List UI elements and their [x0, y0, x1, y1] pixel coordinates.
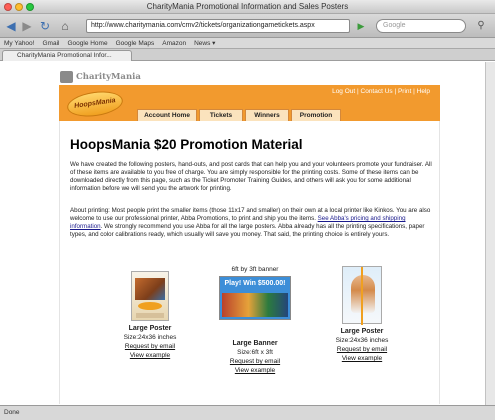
- address-bar[interactable]: http://www.charitymania.com/cmv2/tickets…: [86, 19, 350, 33]
- main-content: HoopsMania $20 Promotion Material We hav…: [59, 121, 440, 404]
- window-title: CharityMania Promotional Information and…: [146, 2, 349, 11]
- window-titlebar: CharityMania Promotional Information and…: [0, 0, 495, 14]
- go-arrow-icon[interactable]: ▶: [354, 19, 368, 33]
- charitymania-logo[interactable]: CharityMania: [60, 70, 141, 84]
- printing-text-end: . We strongly recommend you use Abba for…: [70, 223, 425, 238]
- banner-thumbnail[interactable]: Play! Win $500.00!: [219, 276, 291, 320]
- search-input[interactable]: Google: [376, 19, 466, 33]
- site-header-banner: Log Out | Contact Us | Print | Help Hoop…: [59, 85, 440, 121]
- poster-logo-mark: [138, 302, 162, 310]
- hoopsmania-logo-text: HoopsMania: [73, 97, 117, 110]
- browser-toolbar: ◀ ▶ ↻ ⌂ http://www.charitymania.com/cmv2…: [0, 14, 495, 38]
- arrow-left-icon[interactable]: ◀: [4, 19, 18, 33]
- intro-paragraph: We have created the following posters, h…: [70, 161, 432, 192]
- status-bar: Done: [0, 405, 495, 420]
- utility-links[interactable]: Log Out | Contact Us | Print | Help: [332, 88, 430, 95]
- product-size: Size:24x36 inches: [123, 334, 177, 341]
- tab-account-home[interactable]: Account Home: [137, 109, 197, 121]
- tab-promotion[interactable]: Promotion: [291, 109, 341, 121]
- printing-paragraph: About printing: Most people print the sm…: [70, 207, 432, 239]
- request-by-email-link[interactable]: Request by email: [210, 358, 300, 365]
- logo-icon: [60, 71, 73, 83]
- product-name: Large Poster: [340, 328, 384, 335]
- poster-person: [351, 275, 375, 313]
- poster-thumbnail[interactable]: [342, 266, 382, 325]
- product-large-poster: Large Poster Size:24x36 inches Request b…: [110, 271, 190, 359]
- browser-tab[interactable]: CharityMania Promotional Infor...: [2, 50, 132, 61]
- tab-winners[interactable]: Winners: [245, 109, 289, 121]
- product-name: Large Poster: [128, 325, 172, 332]
- product-large-poster-2: Large Poster Size:24x36 inches Request b…: [322, 266, 402, 362]
- bookmark-google-home[interactable]: Google Home: [67, 40, 107, 47]
- bookmarks-bar: My Yahoo! Gmail Google Home Google Maps …: [0, 38, 495, 49]
- tab-label: CharityMania Promotional Infor...: [17, 52, 112, 59]
- view-example-link[interactable]: View example: [210, 367, 300, 374]
- home-icon[interactable]: ⌂: [58, 19, 72, 33]
- banner-caption: 6ft by 3ft banner: [231, 266, 279, 273]
- bookmark-google-maps[interactable]: Google Maps: [116, 40, 155, 47]
- product-size: Size:24x36 inches: [335, 337, 389, 344]
- reload-icon[interactable]: ↻: [38, 19, 52, 33]
- request-by-email-link[interactable]: Request by email: [110, 343, 190, 350]
- hoopsmania-logo: HoopsMania: [65, 88, 125, 120]
- product-large-banner: 6ft by 3ft banner Play! Win $500.00! Lar…: [210, 266, 300, 374]
- view-example-link[interactable]: View example: [322, 355, 402, 362]
- bookmark-news[interactable]: News ▾: [194, 39, 215, 47]
- banner-photo: [222, 293, 288, 317]
- bookmark-gmail[interactable]: Gmail: [42, 40, 59, 47]
- logo-text: CharityMania: [76, 72, 141, 82]
- product-size: Size:6ft x 3ft: [237, 349, 273, 356]
- page-title: HoopsMania $20 Promotion Material: [70, 137, 303, 152]
- poster-thumbnail[interactable]: [131, 271, 169, 321]
- arrow-right-icon[interactable]: ▶: [20, 19, 34, 33]
- banner-headline: Play! Win $500.00!: [224, 280, 286, 287]
- bookmark-amazon[interactable]: Amazon: [162, 40, 186, 47]
- bookmark-my-yahoo[interactable]: My Yahoo!: [4, 40, 34, 47]
- poster-photo: [135, 278, 165, 300]
- poster-footer-band: [136, 313, 164, 318]
- site-nav: Account Home Tickets Winners Promotion: [137, 109, 341, 121]
- tab-tickets[interactable]: Tickets: [199, 109, 243, 121]
- request-by-email-link[interactable]: Request by email: [322, 346, 402, 353]
- view-example-link[interactable]: View example: [110, 352, 190, 359]
- tab-bar: CharityMania Promotional Infor...: [0, 49, 495, 61]
- poster-accent-line: [361, 267, 363, 325]
- search-icon[interactable]: ⚲: [474, 19, 488, 33]
- vertical-scrollbar[interactable]: [485, 62, 495, 405]
- product-name: Large Banner: [232, 340, 278, 347]
